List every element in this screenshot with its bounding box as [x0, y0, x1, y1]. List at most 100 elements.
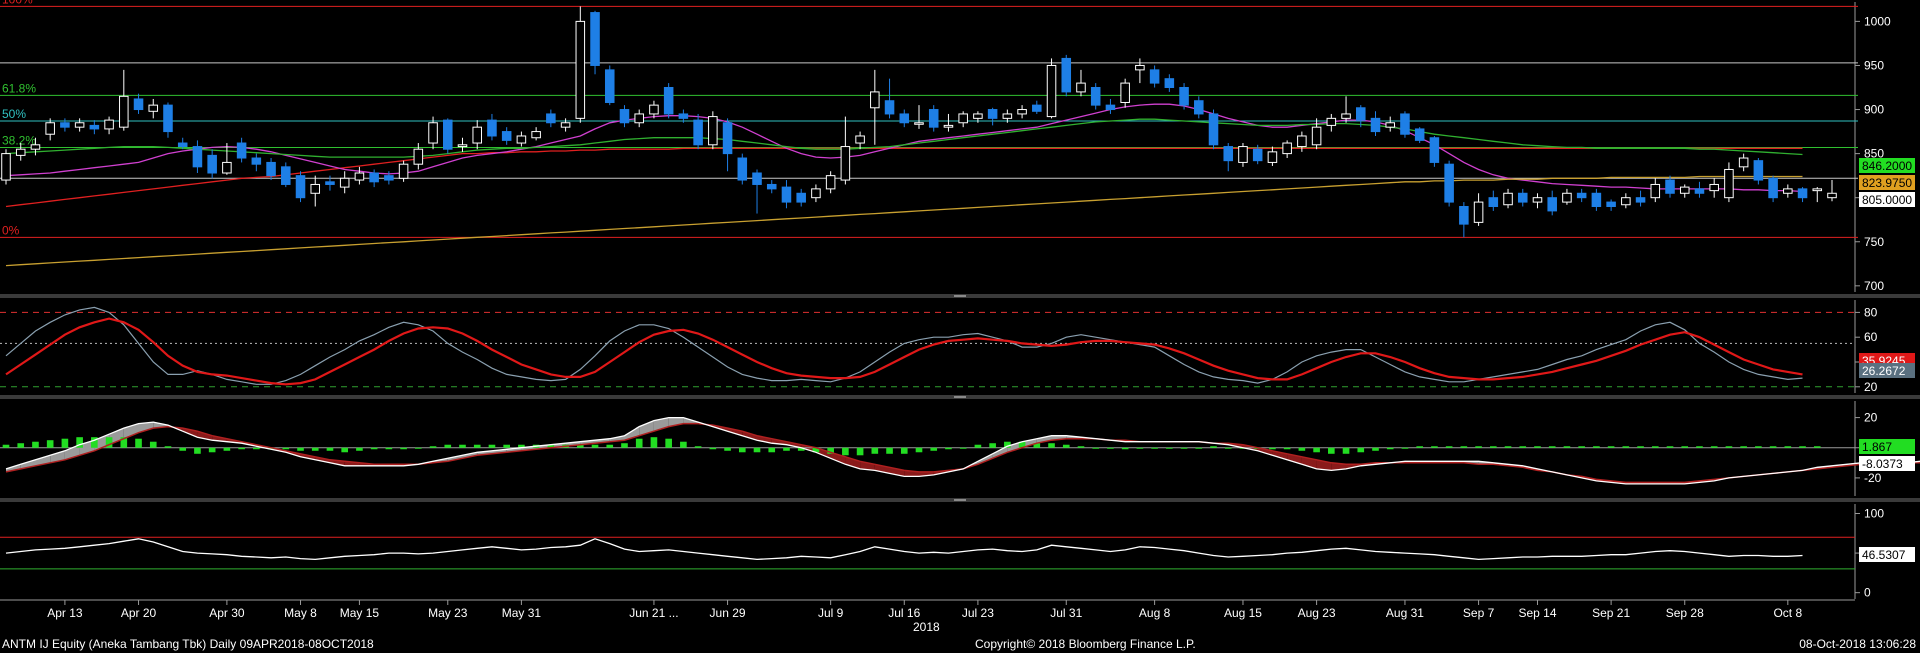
- candle-24: [354, 166, 365, 185]
- candle-body-28: [413, 148, 424, 165]
- macd-hist-bar-110: [1622, 446, 1630, 448]
- macd-line: [5, 416, 1920, 485]
- x-tick-label-11: Jul 23: [962, 606, 994, 620]
- candle-body-15: [222, 161, 232, 174]
- candle-body-70: [1032, 104, 1042, 112]
- candle-113: [1665, 175, 1675, 198]
- macd-hist-bar-114: [1681, 446, 1689, 448]
- candle-44: [649, 100, 659, 119]
- candle-16: [236, 137, 247, 163]
- x-tick-label-12: Jul 31: [1050, 606, 1082, 620]
- macd-hist-bar-101: [1489, 446, 1497, 448]
- candle-110: [1621, 193, 1631, 209]
- macd-hist-bar-83: [1224, 447, 1232, 449]
- macd-hist-bar-47: [694, 446, 702, 448]
- x-tick-label-2: Apr 30: [209, 606, 245, 620]
- candle-5: [74, 118, 85, 132]
- bloomberg-chart: 100%61.8%50%38.2%0%700750800850900950100…: [0, 0, 1920, 620]
- candle-body-4: [60, 122, 70, 128]
- candle-body-39: [575, 20, 586, 119]
- candle-body-26: [384, 175, 394, 181]
- candle-118: [1738, 153, 1749, 172]
- candle-body-19: [281, 166, 291, 185]
- candle-body-29: [428, 122, 438, 144]
- macd-hist-bar-2: [32, 441, 39, 448]
- macd-hist-bar-87: [1283, 447, 1291, 450]
- candle-body-58: [855, 135, 865, 144]
- macd-hist-bar-42: [621, 443, 628, 448]
- macd-hist-bar-19: [282, 447, 290, 450]
- macd-hist-bar-90: [1328, 447, 1335, 454]
- candle-body-49: [722, 122, 733, 155]
- candle-body-16: [236, 142, 247, 159]
- candle-78: [1149, 65, 1160, 88]
- macd-hist-bar-113: [1666, 446, 1674, 448]
- candle-119: [1753, 158, 1764, 185]
- candle-99: [1459, 202, 1469, 238]
- candle-body-21: [310, 183, 321, 194]
- candle-body-102: [1503, 192, 1513, 206]
- candle-body-116: [1709, 183, 1719, 192]
- x-tick-label-21: Oct 8: [1773, 606, 1802, 620]
- macd-hist-bar-49: [724, 447, 731, 451]
- candle-45: [663, 83, 674, 119]
- macd-hist-bar-100: [1475, 446, 1482, 448]
- candle-20: [295, 171, 306, 203]
- macd-hist-bar-27: [400, 447, 407, 450]
- candle-body-65: [958, 113, 968, 124]
- x-tick-label-0: Apr 13: [47, 606, 83, 620]
- macd-hist-bar-45: [665, 438, 672, 448]
- candle-36: [531, 127, 541, 141]
- candle-body-68: [1002, 113, 1013, 119]
- macd-hist-bar-72: [1062, 444, 1070, 448]
- candle-48: [708, 111, 718, 150]
- macd-hist-bar-60: [886, 447, 893, 454]
- macd-hist-bar-96: [1416, 446, 1423, 448]
- price-ytick-label-4: 900: [1864, 103, 1884, 117]
- candle-body-66: [973, 113, 983, 119]
- candle-100: [1473, 193, 1484, 226]
- macd-hist-bar-105: [1548, 446, 1556, 448]
- candle-body-78: [1149, 69, 1160, 84]
- candle-body-60: [884, 100, 895, 115]
- candle-body-111: [1635, 197, 1646, 203]
- price-ytick-label-0: 700: [1864, 279, 1884, 293]
- candle-body-73: [1076, 82, 1086, 93]
- stoch-flag-1: 26.2672: [1859, 363, 1915, 378]
- macd-ytick-label-0: -20: [1864, 471, 1882, 485]
- stoch-ytick-label-2: 60: [1864, 330, 1878, 344]
- macd-hist-bar-48: [709, 447, 717, 450]
- macd-hist-bar-13: [194, 447, 201, 454]
- macd-flag-1: -8.0373: [1859, 456, 1915, 471]
- candle-96: [1414, 127, 1425, 144]
- candle-105: [1547, 190, 1557, 216]
- candle-111: [1635, 190, 1646, 207]
- candle-body-51: [752, 172, 762, 185]
- candle-body-94: [1385, 122, 1395, 128]
- candle-39: [575, 6, 586, 123]
- macd-hist-bar-79: [1166, 447, 1173, 449]
- macd-hist-bar-82: [1210, 446, 1217, 448]
- candle-102: [1503, 188, 1513, 209]
- x-tick-label-16: Aug 31: [1386, 606, 1424, 620]
- candle-9: [133, 93, 144, 114]
- x-tick-label-13: Aug 8: [1139, 606, 1171, 620]
- macd-hist-bar-120: [1769, 446, 1777, 448]
- candle-body-71: [1046, 64, 1057, 118]
- candle-123: [1812, 187, 1823, 203]
- x-tick-label-4: May 15: [340, 606, 380, 620]
- price-flag-0-label: 846.2000: [1862, 159, 1912, 173]
- candle-body-27: [398, 163, 409, 179]
- rsi-line: [5, 538, 1803, 561]
- candle-31: [457, 137, 468, 152]
- candle-body-84: [1238, 146, 1248, 163]
- candle-14: [207, 149, 217, 179]
- candle-49: [722, 118, 733, 172]
- macd-hist-bar-102: [1504, 446, 1512, 448]
- candle-23: [339, 171, 350, 194]
- moving-average-3: [5, 175, 1803, 267]
- macd-hist-bar-51: [753, 447, 761, 453]
- candle-body-59: [870, 91, 880, 109]
- x-tick-label-3: May 8: [284, 606, 317, 620]
- candle-17: [251, 153, 262, 172]
